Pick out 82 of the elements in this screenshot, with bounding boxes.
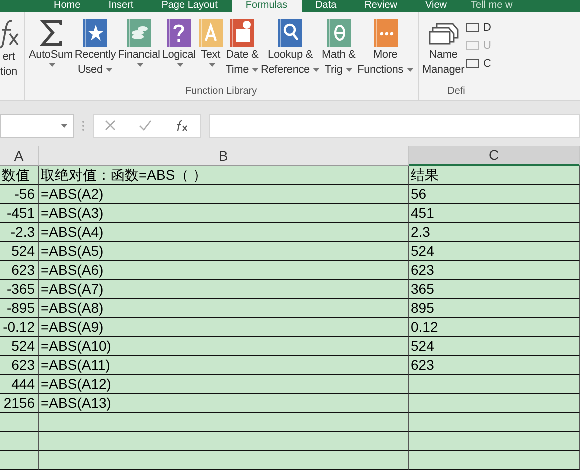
table-cell: 数值 — [0, 166, 39, 185]
table-cell: =ABS(A7) — [39, 280, 409, 299]
ribbon-button[interactable]: Math & Trig — [320, 16, 357, 86]
column-header[interactable]: C — [409, 146, 580, 166]
table-cell: =ABS(A3) — [39, 204, 409, 223]
group-label: Function Library — [184, 86, 258, 99]
table-cell: =ABS(A6) — [39, 261, 409, 280]
ribbon-tab[interactable]: Data — [302, 0, 351, 12]
table-cell: 0.12 — [409, 318, 580, 337]
ribbon-tab[interactable]: Formulas — [232, 0, 302, 12]
table-cell: -365 — [0, 280, 39, 299]
ribbon-small-button[interactable]: C — [466, 58, 492, 70]
ribbon-button[interactable]: ert tion — [0, 16, 21, 97]
ribbon-tab[interactable]: Insert — [94, 0, 148, 12]
table-cell: =ABS(A4) — [39, 223, 409, 242]
table-cell: 56 — [409, 185, 580, 204]
star-book-icon — [82, 18, 108, 48]
ribbon-small-button[interactable]: D — [466, 22, 492, 34]
column-header[interactable]: A — [0, 146, 39, 166]
magnifier-book-icon — [277, 18, 304, 48]
ribbon-button[interactable]: More Functions — [356, 16, 415, 86]
ribbon-tab[interactable]: Review — [350, 0, 412, 12]
table-cell: =ABS(A9) — [39, 318, 409, 337]
theta-book-icon — [326, 18, 352, 48]
table-cell: =ABS(A12) — [39, 375, 409, 394]
table-cell: 623 — [0, 261, 39, 280]
coins-book-icon — [126, 18, 152, 48]
table-cell: 2.3 — [409, 223, 580, 242]
ribbon-button[interactable]: Lookup & Reference — [260, 16, 321, 86]
table-cell: 623 — [409, 356, 580, 375]
table-cell: 524 — [0, 242, 39, 261]
function-icon[interactable] — [174, 120, 189, 132]
tell-me-field[interactable]: Tell me w — [470, 0, 513, 12]
ribbon-button[interactable]: Logical — [161, 16, 197, 86]
table-cell — [0, 451, 39, 470]
ribbon-tab[interactable]: View — [411, 0, 461, 12]
caret-icon — [61, 124, 68, 128]
table-cell: 623 — [0, 356, 39, 375]
grip-icon — [82, 120, 85, 132]
table-cell: =ABS(A11) — [39, 356, 409, 375]
name-box[interactable] — [0, 114, 74, 138]
table-cell — [0, 432, 39, 451]
table-cell: =ABS(A5) — [39, 242, 409, 261]
letter-book-icon — [198, 18, 224, 48]
ribbon-button[interactable]: Financial — [117, 16, 162, 86]
table-cell — [0, 413, 39, 432]
column-header[interactable]: B — [39, 146, 409, 166]
table-cell: -0.12 — [0, 318, 39, 337]
calendar-book-icon — [229, 18, 256, 48]
table-cell: -56 — [0, 185, 39, 204]
ribbon-tab[interactable]: Page Layout — [148, 0, 232, 12]
table-cell: 结果 — [409, 166, 580, 185]
table-cell: 2156 — [0, 394, 39, 413]
question-book-icon — [166, 18, 192, 48]
ribbon-button[interactable]: Recently Used — [74, 16, 118, 86]
table-cell: -451 — [0, 204, 39, 223]
cancel-icon[interactable] — [105, 120, 116, 131]
table-cell: 451 — [409, 204, 580, 223]
dots-book-icon — [372, 18, 399, 48]
ribbon-button[interactable]: Date & Time — [224, 16, 260, 86]
table-cell: 444 — [0, 375, 39, 394]
table-cell: =ABS(A8) — [39, 299, 409, 318]
ribbon-button[interactable]: Text — [196, 16, 225, 86]
table-cell: 524 — [409, 337, 580, 356]
ribbon-tab[interactable]: Home — [40, 0, 95, 12]
check-icon[interactable] — [138, 120, 152, 131]
ribbon-button[interactable]: AutoSum — [28, 16, 74, 86]
table-cell: =ABS(A10) — [39, 337, 409, 356]
formula-field[interactable] — [209, 114, 580, 138]
ribbon-button[interactable]: Name Manager — [422, 16, 466, 86]
table-cell: -895 — [0, 299, 39, 318]
table-cell: 524 — [409, 242, 580, 261]
group-label: Defi — [446, 86, 466, 99]
table-cell: -2.3 — [0, 223, 39, 242]
table-cell: 取绝对值：函数=ABS（ ） — [39, 166, 409, 185]
table-cell: 623 — [409, 261, 580, 280]
function-icon — [0, 18, 20, 50]
table-cell: 365 — [409, 280, 580, 299]
table-cell: =ABS(A2) — [39, 185, 409, 204]
table-cell: =ABS(A13) — [39, 394, 409, 413]
table-cell: 895 — [409, 299, 580, 318]
table-cell: 524 — [0, 337, 39, 356]
